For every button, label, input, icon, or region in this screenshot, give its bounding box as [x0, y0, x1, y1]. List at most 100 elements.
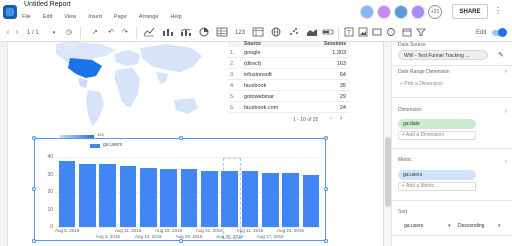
dimension-chip[interactable]: ga:date: [398, 119, 476, 129]
chevron-down-icon[interactable]: ▾: [498, 223, 501, 229]
undo-icon[interactable]: ↶: [106, 27, 116, 39]
menu-bar: File Edit View Insert Page Arrange Help: [22, 14, 194, 20]
add-metric-link[interactable]: + Add a Metric: [402, 183, 434, 189]
more-vert-icon[interactable]: ⋮: [494, 6, 502, 18]
resize-handle[interactable]: [324, 136, 328, 140]
column-header-sessions[interactable]: Sessions: [324, 41, 346, 47]
sort-order-select[interactable]: Descending: [458, 223, 484, 229]
users-bar-chart[interactable]: ga:users 0 10 20 30 40 Aug 5, 2016 Aug 11, 201…: [32, 136, 328, 243]
bar[interactable]: [140, 167, 157, 227]
bar[interactable]: [79, 164, 96, 227]
avatar[interactable]: [394, 5, 408, 19]
filter-icon[interactable]: [416, 27, 426, 39]
menu-arrange[interactable]: Arrange: [139, 14, 159, 20]
table-icon[interactable]: [216, 27, 228, 39]
resize-handle[interactable]: [179, 136, 183, 140]
menu-page[interactable]: Page: [114, 14, 127, 20]
metric-chip[interactable]: ga:users: [398, 170, 476, 180]
avatar[interactable]: [411, 5, 425, 19]
bar[interactable]: [180, 169, 198, 227]
date-range-icon[interactable]: [402, 27, 412, 39]
menu-file[interactable]: File: [22, 14, 31, 20]
bar[interactable]: [241, 171, 259, 227]
circle-icon[interactable]: [386, 27, 396, 39]
svg-text:T: T: [346, 30, 351, 37]
table-row[interactable]: 4. facebook 35: [228, 81, 350, 91]
bar[interactable]: [221, 171, 238, 227]
bullet-icon[interactable]: [322, 27, 334, 39]
y-tick-label: 30: [47, 171, 53, 178]
add-dimension-link[interactable]: + Add a Dimension: [402, 132, 444, 138]
pie-chart-icon[interactable]: [198, 27, 210, 39]
table-row[interactable]: 3. infusionsoft 64: [228, 70, 350, 80]
share-button[interactable]: SHARE: [452, 4, 488, 19]
data-source-chip[interactable]: WW - Test Funnel Tracking ...: [398, 50, 488, 60]
chevron-right-icon[interactable]: ›: [505, 158, 507, 165]
next-page-icon[interactable]: ›: [340, 115, 342, 122]
edit-mode-toggle[interactable]: [492, 28, 507, 37]
report-canvas[interactable]: 345 Source Sessions 1. google 1,303 2. (…: [7, 41, 383, 246]
bar[interactable]: [261, 172, 279, 227]
avatar[interactable]: [360, 5, 374, 19]
back-icon[interactable]: ‹: [4, 27, 12, 39]
avatar[interactable]: [377, 5, 391, 19]
bar[interactable]: [302, 174, 320, 227]
row-index: 6.: [230, 105, 235, 111]
bar[interactable]: [58, 160, 76, 227]
resize-handle[interactable]: [32, 187, 36, 191]
date-range-dimension-label: Date Range Dimension: [398, 69, 450, 75]
bar[interactable]: [200, 171, 218, 227]
resize-handle[interactable]: [324, 239, 328, 243]
sort-label: Sort: [398, 209, 408, 215]
redo-icon[interactable]: ↷: [120, 27, 130, 39]
bar[interactable]: [119, 165, 137, 227]
pick-dimension-link[interactable]: + Pick a Dimension: [400, 81, 443, 87]
chevron-right-icon[interactable]: ›: [505, 108, 507, 115]
menu-edit[interactable]: Edit: [43, 14, 52, 20]
menu-help[interactable]: Help: [170, 14, 181, 20]
rectangle-icon[interactable]: [372, 27, 382, 39]
chevron-down-icon[interactable]: ▾: [448, 223, 451, 229]
image-icon[interactable]: [358, 27, 368, 39]
globe-icon[interactable]: [270, 27, 282, 39]
edit-data-source-icon[interactable]: ✎: [498, 51, 504, 59]
table-row[interactable]: 2. (direct) 163: [228, 59, 350, 69]
scrollbar-thumb[interactable]: [385, 137, 391, 207]
resize-handle[interactable]: [32, 136, 36, 140]
combo-chart-icon[interactable]: [180, 27, 192, 39]
text-icon[interactable]: T: [344, 27, 354, 39]
bar[interactable]: [99, 164, 117, 227]
report-title[interactable]: Untitled Report: [24, 1, 71, 8]
table-row[interactable]: 6. facebook.com 24: [228, 103, 350, 113]
resize-handle[interactable]: [32, 239, 36, 243]
data-studio-logo-icon[interactable]: [3, 5, 17, 19]
bar-chart-icon[interactable]: [162, 27, 174, 39]
resize-handle[interactable]: [179, 239, 183, 243]
table-row[interactable]: 1. google 1,303: [228, 48, 350, 58]
area-chart-icon[interactable]: [306, 27, 318, 39]
edit-mode-label: Edit: [476, 30, 487, 36]
select-cursor-icon[interactable]: ➚: [90, 27, 100, 39]
chevron-right-icon[interactable]: ›: [505, 68, 507, 75]
timeseries-icon[interactable]: [143, 27, 155, 39]
geo-map-chart[interactable]: [16, 42, 206, 142]
sort-field-select[interactable]: ga:users: [404, 223, 423, 229]
panel-scrollbar[interactable]: [384, 42, 392, 246]
page-dropdown-icon[interactable]: ▾: [50, 27, 58, 39]
pivot-icon[interactable]: [252, 27, 264, 39]
bar[interactable]: [160, 169, 177, 227]
previous-page-icon[interactable]: ‹: [330, 115, 332, 122]
y-tick-label: 0: [50, 224, 53, 230]
column-header-source[interactable]: Source: [244, 41, 261, 47]
forward-icon[interactable]: ›: [13, 27, 21, 39]
menu-insert[interactable]: Insert: [88, 14, 102, 20]
resize-handle[interactable]: [324, 187, 328, 191]
clock-icon[interactable]: ◷: [64, 27, 74, 39]
bar[interactable]: [282, 172, 299, 227]
scatter-icon[interactable]: [288, 27, 300, 39]
avatar-overflow-count[interactable]: +21: [428, 5, 442, 19]
table-row[interactable]: 5. gotowebinar 29: [228, 92, 350, 102]
scorecard-icon[interactable]: 123: [234, 27, 246, 39]
toolbar-divider: [338, 27, 339, 39]
menu-view[interactable]: View: [64, 14, 76, 20]
